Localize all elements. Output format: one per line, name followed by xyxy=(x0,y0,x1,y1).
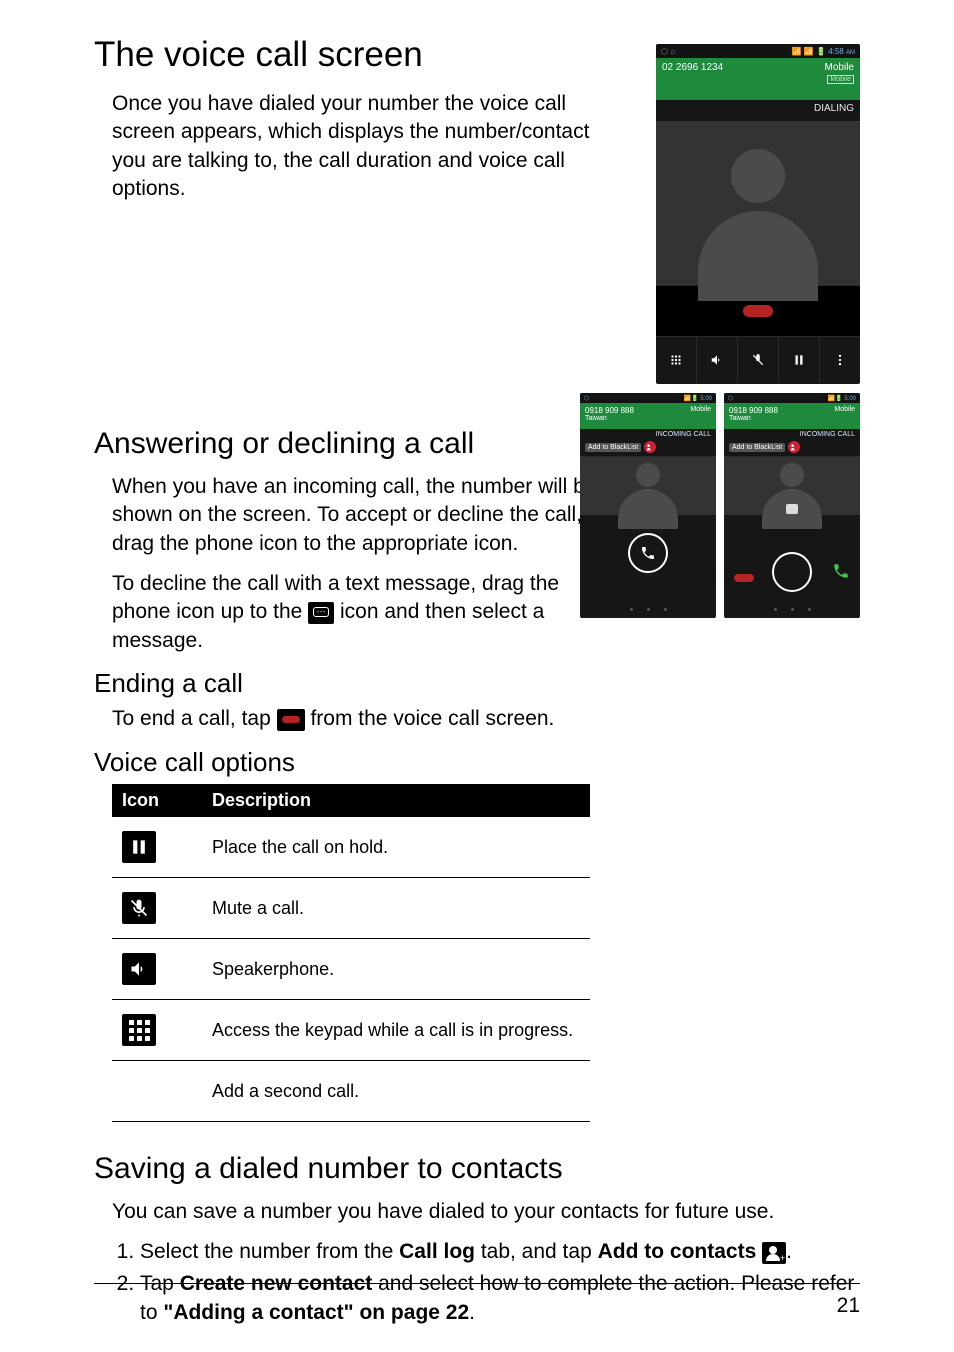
status-bar: ⬡ ⌂ 📶 📶 🔋 4:58 AM xyxy=(656,44,860,58)
mobile-label: Mobile xyxy=(825,62,854,73)
incoming-number: 0918 909 888 xyxy=(729,406,778,415)
message-icon xyxy=(308,602,334,624)
table-row: Speakerphone. xyxy=(112,939,590,1000)
answer2b: phone icon up to the xyxy=(112,600,308,623)
add-call-icon: + xyxy=(122,1075,156,1107)
voice-call-screenshot: ⬡ ⌂ 📶 📶 🔋 4:58 AM 02 2696 1234 Mobile Mo… xyxy=(656,44,860,384)
incoming-mobile: Mobile xyxy=(834,406,855,415)
dialing-status: DIALING xyxy=(656,100,860,121)
mobile-badge: Mobile xyxy=(827,75,854,84)
s1d: Add to contacts xyxy=(598,1240,763,1263)
hold-icon xyxy=(122,831,156,863)
s1a: Select the number from the xyxy=(140,1240,399,1263)
answer-text-1: When you have an incoming call, the numb… xyxy=(112,473,612,558)
warn-icon xyxy=(788,441,800,453)
mute-button[interactable] xyxy=(738,337,779,383)
warn-icon xyxy=(644,441,656,453)
intro-text: Once you have dialed your number the voi… xyxy=(112,90,612,203)
end-call-icon xyxy=(277,709,305,731)
mute-icon xyxy=(122,892,156,924)
keypad-button[interactable] xyxy=(656,337,697,383)
step-1: Select the number from the Call log tab,… xyxy=(140,1238,860,1266)
desc-keypad: Access the keypad while a call is in pro… xyxy=(202,1000,590,1061)
incoming-location: Taiwan xyxy=(585,415,711,422)
desc-addcall: Add a second call. xyxy=(202,1061,590,1122)
incoming-number: 0918 909 888 xyxy=(585,406,634,415)
table-row: Place the call on hold. xyxy=(112,817,590,878)
dialed-number: 02 2696 1234 xyxy=(662,62,723,73)
voice-options-table: Icon Description Place the call on hold.… xyxy=(112,784,590,1122)
incoming-call-screenshots: ⬡📶🔋 5:00 0918 909 888 Mobile Taiwan INCO… xyxy=(580,393,860,618)
section-ending: Ending a call xyxy=(94,667,860,700)
end-text: To end a call, tap from the voice call s… xyxy=(112,705,860,733)
call-header: 02 2696 1234 Mobile Mobile xyxy=(656,58,860,100)
decline-message-icon xyxy=(786,504,798,514)
save-text: You can save a number you have dialed to… xyxy=(112,1198,860,1226)
th-icon: Icon xyxy=(112,784,202,817)
step-2: Tap Create new contact and select how to… xyxy=(140,1270,860,1327)
accept-icon xyxy=(832,562,850,582)
more-button[interactable] xyxy=(820,337,860,383)
s1b: Call log xyxy=(399,1240,475,1263)
end-call-handset-icon xyxy=(743,305,773,317)
blacklist-button[interactable]: Add to BlackList xyxy=(729,443,785,452)
table-row: Mute a call. xyxy=(112,878,590,939)
avatar xyxy=(580,456,716,515)
incoming-call-idle: ⬡📶🔋 5:00 0918 909 888 Mobile Taiwan INCO… xyxy=(580,393,716,618)
answer-text-2: To decline the call with a text message,… xyxy=(112,570,612,655)
s2d: "Adding a contact" on page 22 xyxy=(163,1301,469,1324)
speaker-icon xyxy=(122,953,156,985)
incoming-label: INCOMING CALL xyxy=(580,429,716,438)
table-row: Access the keypad while a call is in pro… xyxy=(112,1000,590,1061)
add-contacts-icon: + xyxy=(762,1242,786,1264)
answer-drag-control[interactable] xyxy=(724,502,860,602)
desc-mute: Mute a call. xyxy=(202,878,590,939)
nav-dots xyxy=(656,383,860,384)
decline-icon xyxy=(734,574,754,582)
desc-hold: Place the call on hold. xyxy=(202,817,590,878)
incoming-mobile: Mobile xyxy=(690,406,711,415)
section-saving: Saving a dialed number to contacts xyxy=(94,1150,860,1188)
s1e: . xyxy=(786,1240,792,1263)
table-row: + Add a second call. xyxy=(112,1061,590,1122)
incoming-location: Taiwan xyxy=(729,415,855,422)
speaker-button[interactable] xyxy=(697,337,738,383)
avatar xyxy=(656,121,860,285)
end-a: To end a call, tap xyxy=(112,707,277,730)
incoming-call-drag: ⬡📶🔋 5:00 0918 909 888 Mobile Taiwan INCO… xyxy=(724,393,860,618)
footer-divider xyxy=(94,1283,860,1284)
hold-button[interactable] xyxy=(779,337,820,383)
drag-ring xyxy=(772,552,812,592)
end-b: from the voice call screen. xyxy=(310,707,554,730)
page-number: 21 xyxy=(837,1294,860,1318)
desc-speaker: Speakerphone. xyxy=(202,939,590,1000)
s2e: . xyxy=(469,1301,475,1324)
th-desc: Description xyxy=(202,784,590,817)
incoming-label: INCOMING CALL xyxy=(724,429,860,438)
section-voice-options: Voice call options xyxy=(94,746,860,779)
blacklist-button[interactable]: Add to BlackList xyxy=(585,443,641,452)
answer2a: To decline the call with a text message,… xyxy=(112,572,559,595)
keypad-icon xyxy=(122,1014,156,1046)
s1c: tab, and tap xyxy=(475,1240,598,1263)
answer-control[interactable] xyxy=(580,508,716,598)
